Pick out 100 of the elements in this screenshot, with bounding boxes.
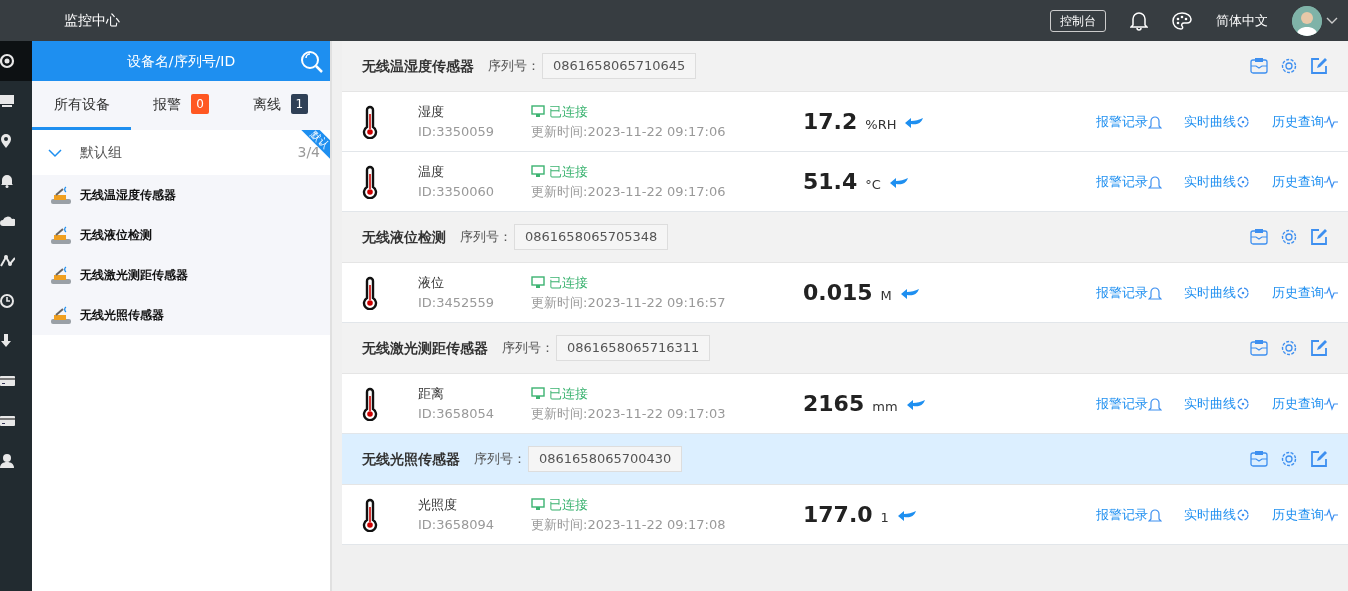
serial-number-field: 0861658065716311 bbox=[556, 335, 711, 361]
channel-name: 光照度 bbox=[418, 496, 458, 514]
card-icon[interactable] bbox=[0, 413, 15, 429]
target-icon[interactable] bbox=[0, 53, 15, 69]
alarm-log-link[interactable]: 报警记录 bbox=[1096, 171, 1162, 192]
bell-icon[interactable] bbox=[1130, 10, 1148, 31]
pulse-icon bbox=[1324, 113, 1338, 130]
channel-id: ID:3350059 bbox=[418, 122, 496, 141]
edit-icon[interactable] bbox=[1310, 339, 1328, 357]
pulse-icon bbox=[1324, 284, 1338, 301]
pulse-icon bbox=[1324, 395, 1338, 412]
serial-label: 序列号： bbox=[502, 339, 554, 358]
channel-id: ID:3452559 bbox=[418, 293, 496, 312]
pulse-icon bbox=[1324, 506, 1338, 523]
update-time: 更新时间:2023-11-22 09:17:06 bbox=[531, 182, 727, 201]
settings-icon[interactable] bbox=[1280, 228, 1298, 246]
reading-value: 17.2 bbox=[803, 108, 858, 136]
card-icon[interactable] bbox=[0, 373, 15, 389]
envelope-icon[interactable] bbox=[1250, 228, 1268, 246]
bell-icon bbox=[1148, 173, 1162, 190]
settings-icon[interactable] bbox=[1280, 57, 1298, 75]
channel-id: ID:3658094 bbox=[418, 515, 496, 534]
return-arrow-icon bbox=[904, 117, 925, 129]
device-name[interactable]: 无线激光测距传感器 bbox=[80, 266, 188, 284]
envelope-icon[interactable] bbox=[1250, 450, 1268, 468]
avatar[interactable] bbox=[1292, 5, 1322, 36]
thermometer-icon bbox=[362, 497, 378, 532]
app-title: 监控中心 bbox=[64, 11, 120, 30]
connection-status: 已连接 bbox=[549, 103, 588, 121]
channel-name: 距离 bbox=[418, 385, 445, 403]
channel-id: ID:3350060 bbox=[418, 182, 496, 201]
palette-icon[interactable] bbox=[1172, 11, 1192, 30]
serial-label: 序列号： bbox=[488, 57, 540, 76]
alarm-log-link[interactable]: 报警记录 bbox=[1096, 393, 1162, 414]
history-link[interactable]: 历史查询 bbox=[1272, 171, 1338, 192]
reading-unit: mm bbox=[872, 398, 898, 416]
alarm-log-link[interactable]: 报警记录 bbox=[1096, 111, 1162, 132]
channel-name: 液位 bbox=[418, 274, 445, 292]
reading-value: 2165 bbox=[803, 390, 865, 418]
history-link[interactable]: 历史查询 bbox=[1272, 282, 1338, 303]
alarm-log-link[interactable]: 报警记录 bbox=[1096, 504, 1162, 525]
group-title: 无线光照传感器 bbox=[362, 449, 460, 469]
group-header[interactable]: 无线光照传感器 序列号： 0861658065700430 bbox=[342, 434, 1348, 485]
thermometer-icon bbox=[362, 275, 378, 310]
serial-label: 序列号： bbox=[474, 450, 526, 469]
serial-number-field: 0861658065705348 bbox=[514, 224, 669, 250]
search-icon[interactable] bbox=[300, 50, 324, 74]
robot-arm-icon bbox=[50, 225, 72, 245]
monitor-icon bbox=[531, 387, 545, 401]
device-tab[interactable]: 报警 0 bbox=[131, 81, 231, 130]
chevron-down-icon[interactable] bbox=[48, 147, 62, 158]
reading-value: 0.015 bbox=[803, 279, 873, 307]
connection-status: 已连接 bbox=[549, 163, 588, 181]
group-name[interactable]: 默认组 bbox=[80, 142, 122, 163]
device-name[interactable]: 无线温湿度传感器 bbox=[80, 186, 176, 204]
settings-icon[interactable] bbox=[1280, 339, 1298, 357]
pulse-icon bbox=[1324, 173, 1338, 190]
live-curve-link[interactable]: 实时曲线 bbox=[1184, 171, 1250, 192]
envelope-icon[interactable] bbox=[1250, 339, 1268, 357]
update-time: 更新时间:2023-11-22 09:16:57 bbox=[531, 293, 727, 312]
channel-name: 温度 bbox=[418, 163, 445, 181]
bell-icon bbox=[1148, 113, 1162, 130]
monitor-icon bbox=[531, 498, 545, 512]
edit-icon[interactable] bbox=[1310, 228, 1328, 246]
bell-icon bbox=[1148, 395, 1162, 412]
bell-icon bbox=[1148, 284, 1162, 301]
settings-icon[interactable] bbox=[1280, 450, 1298, 468]
console-button[interactable]: 控制台 bbox=[1050, 9, 1106, 32]
live-curve-link[interactable]: 实时曲线 bbox=[1184, 393, 1250, 414]
monitor-icon bbox=[531, 105, 545, 119]
edit-icon[interactable] bbox=[1310, 450, 1328, 468]
monitor-icon[interactable] bbox=[0, 93, 15, 109]
device-tab[interactable]: 所有设备 bbox=[32, 81, 132, 130]
serial-label: 序列号： bbox=[460, 228, 512, 247]
live-curve-link[interactable]: 实时曲线 bbox=[1184, 282, 1250, 303]
user-icon[interactable] bbox=[0, 453, 15, 469]
clock-icon[interactable] bbox=[0, 293, 15, 309]
live-curve-link[interactable]: 实时曲线 bbox=[1184, 504, 1250, 525]
device-name[interactable]: 无线液位检测 bbox=[80, 226, 152, 244]
line-chart-icon[interactable] bbox=[0, 253, 15, 269]
device-name[interactable]: 无线光照传感器 bbox=[80, 306, 164, 324]
live-curve-link[interactable]: 实时曲线 bbox=[1184, 111, 1250, 132]
return-arrow-icon bbox=[888, 177, 909, 189]
return-arrow-icon bbox=[899, 288, 920, 300]
robot-arm-icon bbox=[50, 185, 72, 205]
chevron-down-icon[interactable] bbox=[1326, 16, 1338, 25]
history-link[interactable]: 历史查询 bbox=[1272, 504, 1338, 525]
device-tab[interactable]: 离线 1 bbox=[230, 81, 330, 130]
history-link[interactable]: 历史查询 bbox=[1272, 393, 1338, 414]
connection-status: 已连接 bbox=[549, 496, 588, 514]
edit-icon[interactable] bbox=[1310, 57, 1328, 75]
channel-name: 湿度 bbox=[418, 103, 445, 121]
envelope-icon[interactable] bbox=[1250, 57, 1268, 75]
language-selector[interactable]: 简体中文 bbox=[1216, 10, 1268, 31]
group-count: 3/4 bbox=[297, 144, 320, 162]
group-title: 无线液位检测 bbox=[362, 227, 446, 247]
robot-arm-icon bbox=[50, 305, 72, 325]
history-link[interactable]: 历史查询 bbox=[1272, 111, 1338, 132]
bell-icon[interactable] bbox=[0, 173, 15, 189]
alarm-log-link[interactable]: 报警记录 bbox=[1096, 282, 1162, 303]
